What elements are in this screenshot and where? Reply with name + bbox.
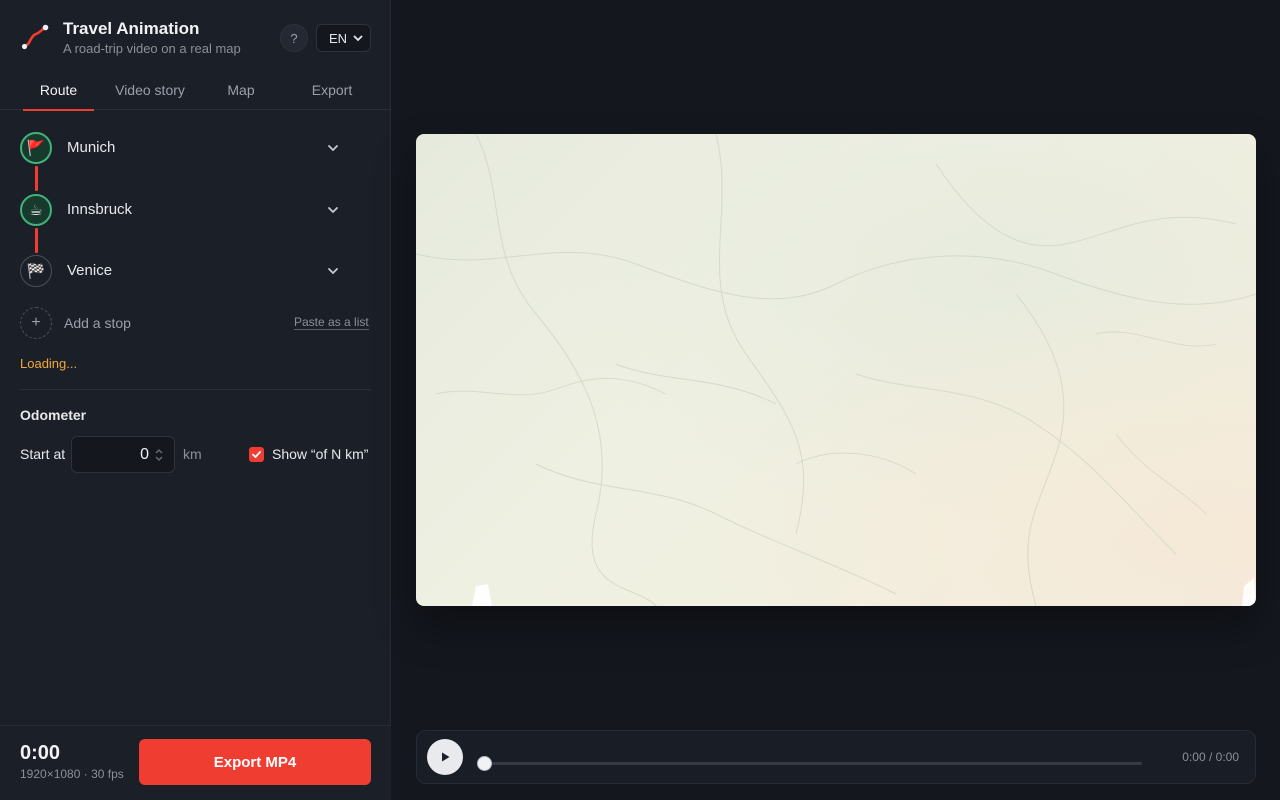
chevron-down-icon[interactable]: [326, 141, 340, 155]
resolution-info: 1920×1080 · 30 fps: [20, 767, 124, 781]
export-mp4-button[interactable]: Export MP4: [139, 739, 371, 785]
map-terrain: [416, 134, 1256, 606]
language-select[interactable]: EN: [316, 24, 371, 52]
stop-item-munich[interactable]: 🚩 Munich: [20, 132, 371, 164]
route-logo-icon: [21, 24, 49, 50]
paste-as-list-link[interactable]: Paste as a list: [294, 315, 369, 330]
time-readout: 0:00 / 0:00: [1182, 750, 1239, 764]
plus-icon: +: [31, 314, 41, 331]
route-connector: [35, 166, 38, 191]
km-unit-label: km: [183, 446, 202, 462]
chevron-down-icon[interactable]: [326, 203, 340, 217]
language-value: EN: [329, 30, 348, 46]
stop-label: Innsbruck: [67, 201, 133, 218]
stop-label: Munich: [67, 139, 116, 156]
map-preview[interactable]: [416, 134, 1256, 606]
chevron-down-icon[interactable]: [326, 264, 340, 278]
tab-bar: Route Video story Map Export: [0, 70, 391, 111]
app-title: Travel Animation: [63, 19, 200, 38]
loading-status: Loading...: [20, 356, 78, 371]
play-button[interactable]: [427, 739, 463, 775]
help-button[interactable]: ?: [280, 24, 308, 52]
spinner-arrows-icon[interactable]: [154, 446, 164, 464]
start-km-input[interactable]: 0: [71, 436, 175, 473]
help-icon: ?: [290, 30, 298, 46]
route-connector: [35, 228, 38, 253]
sidebar-footer: 0:00 1920×1080 · 30 fps Export MP4: [0, 725, 391, 800]
show-total-label[interactable]: Show “of N km”: [272, 446, 368, 462]
add-stop-button[interactable]: +: [20, 307, 52, 339]
show-total-checkbox[interactable]: [249, 447, 264, 462]
start-at-label: Start at: [20, 446, 66, 462]
section-divider: [20, 389, 371, 390]
stop-label: Venice: [67, 262, 113, 279]
tab-export[interactable]: Export: [302, 70, 362, 110]
sidebar: Travel Animation A road-trip video on a …: [0, 0, 391, 800]
timeline-thumb[interactable]: [477, 756, 492, 771]
tab-video-story[interactable]: Video story: [107, 70, 193, 110]
stop-item-venice[interactable]: 🏁 Venice: [20, 255, 371, 287]
play-icon: [442, 752, 450, 762]
chevron-down-icon: [353, 35, 363, 42]
coffee-icon: ☕: [20, 194, 52, 226]
current-time: 0:00: [20, 742, 61, 764]
start-km-value: 0: [140, 446, 149, 463]
app-subtitle: A road-trip video on a real map: [63, 41, 241, 56]
stop-item-innsbruck[interactable]: ☕ Innsbruck: [20, 194, 371, 226]
playback-bar: 0:00 / 0:00: [416, 730, 1256, 784]
tab-route[interactable]: Route: [23, 70, 94, 111]
flag-icon: 🚩: [20, 132, 52, 164]
tab-map[interactable]: Map: [215, 70, 267, 110]
timeline-track[interactable]: [483, 762, 1142, 765]
odometer-title: Odometer: [20, 407, 87, 423]
add-stop-label[interactable]: Add a stop: [64, 315, 131, 331]
checkered-flag-icon: 🏁: [20, 255, 52, 287]
checkmark-icon: [252, 451, 261, 458]
